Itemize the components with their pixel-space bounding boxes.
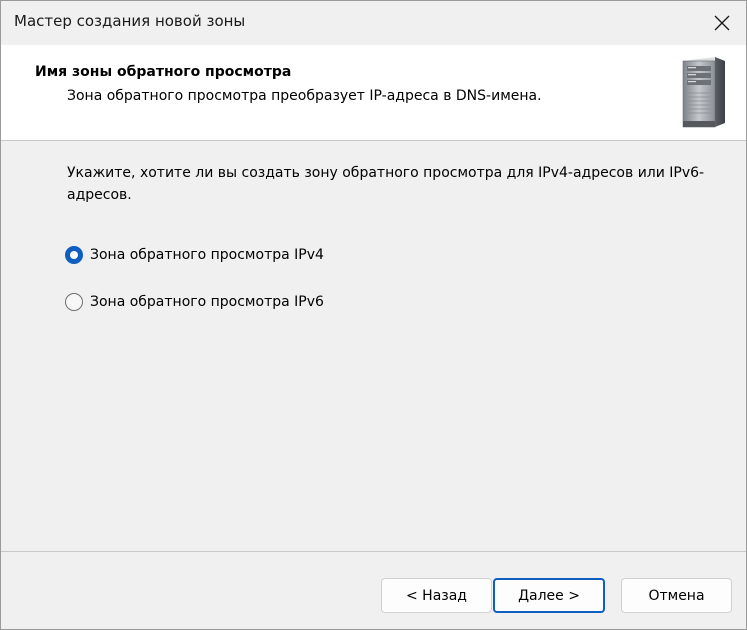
window-title: Мастер создания новой зоны xyxy=(14,12,246,30)
title-bar: Мастер создания новой зоны xyxy=(1,1,746,45)
radio-label-ipv4: Зона обратного просмотра IPv4 xyxy=(90,247,324,263)
wizard-content: Укажите, хотите ли вы создать зону обрат… xyxy=(1,141,746,551)
close-button[interactable] xyxy=(698,1,746,45)
close-icon xyxy=(714,15,730,31)
wizard-header: Имя зоны обратного просмотра Зона обратн… xyxy=(1,45,746,141)
back-button[interactable]: < Назад xyxy=(381,578,492,613)
radio-option-ipv6[interactable]: Зона обратного просмотра IPv6 xyxy=(65,290,324,314)
radio-label-ipv6: Зона обратного просмотра IPv6 xyxy=(90,294,324,310)
radio-button-checked[interactable] xyxy=(65,246,83,264)
instruction-text: Укажите, хотите ли вы создать зону обрат… xyxy=(67,165,705,203)
radio-button-unchecked[interactable] xyxy=(65,293,83,311)
page-subtitle: Зона обратного просмотра преобразует IP-… xyxy=(67,88,542,104)
server-icon xyxy=(682,57,725,128)
radio-option-ipv4[interactable]: Зона обратного просмотра IPv4 xyxy=(65,243,324,267)
next-button[interactable]: Далее > xyxy=(493,578,605,613)
page-title: Имя зоны обратного просмотра xyxy=(35,64,292,80)
footer-separator xyxy=(1,551,746,552)
wizard-window: Мастер создания новой зоны Имя зоны обра… xyxy=(0,0,747,630)
cancel-button[interactable]: Отмена xyxy=(621,578,732,613)
